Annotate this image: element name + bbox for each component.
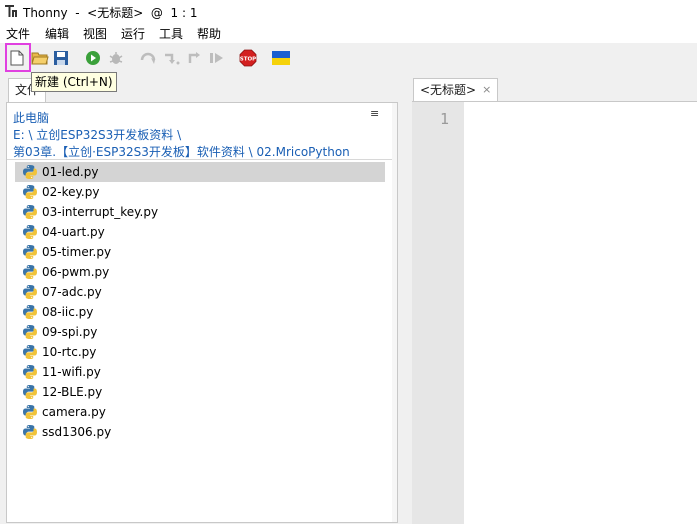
- resume-button[interactable]: [208, 49, 226, 67]
- file-name: ssd1306.py: [42, 425, 112, 439]
- pane-splitter[interactable]: [398, 75, 412, 523]
- file-name: 11-wifi.py: [42, 365, 101, 379]
- line-number: 1: [440, 110, 450, 128]
- file-list-item[interactable]: 03-interrupt_key.py: [7, 202, 397, 222]
- folder-open-icon: [31, 52, 49, 65]
- file-name: 07-adc.py: [42, 285, 102, 299]
- path-drive-folder[interactable]: E: \ 立创ESP32S3开发板资料 \: [13, 126, 181, 143]
- menu-bar: 文件 编辑 视图 运行 工具 帮助: [0, 23, 697, 43]
- file-name: 03-interrupt_key.py: [42, 205, 159, 219]
- step-into-icon: [165, 53, 180, 65]
- python-file-icon: [23, 165, 37, 179]
- files-scrollbar[interactable]: [392, 103, 397, 522]
- file-list-item[interactable]: 08-iic.py: [7, 302, 397, 322]
- path-divider: [7, 159, 397, 160]
- path-current-folder[interactable]: 第03章.【立创·ESP32S3开发板】软件资料 \ 02.MricoPytho…: [13, 143, 350, 160]
- menu-help[interactable]: 帮助: [197, 25, 221, 42]
- file-name: 04-uart.py: [42, 225, 105, 239]
- save-button[interactable]: [52, 49, 70, 67]
- file-name: 09-spi.py: [42, 325, 98, 339]
- code-editor[interactable]: 1: [412, 101, 697, 524]
- window-title: Thonny - <无标题> @ 1 : 1: [23, 6, 198, 20]
- file-name: 10-rtc.py: [42, 345, 97, 359]
- file-name: 05-timer.py: [42, 245, 112, 259]
- file-list-item[interactable]: 02-key.py: [7, 182, 397, 202]
- python-file-icon: [23, 285, 37, 299]
- debug-button[interactable]: [107, 49, 125, 67]
- new-file-tooltip: 新建 (Ctrl+N): [31, 72, 117, 92]
- new-button-highlight: [5, 43, 31, 72]
- menu-view[interactable]: 视图: [83, 25, 107, 42]
- stop-button[interactable]: STOP: [239, 49, 257, 67]
- file-list-item[interactable]: 11-wifi.py: [7, 362, 397, 382]
- menu-edit[interactable]: 编辑: [45, 25, 69, 42]
- step-over-button[interactable]: [140, 49, 158, 67]
- python-file-icon: [23, 385, 37, 399]
- file-name: 01-led.py: [42, 165, 99, 179]
- files-panel: 此电脑 E: \ 立创ESP32S3开发板资料 \ 第03章.【立创·ESP32…: [6, 102, 398, 523]
- toolbar: STOP: [0, 43, 697, 75]
- file-list-item[interactable]: 01-led.py: [15, 162, 385, 182]
- python-file-icon: [23, 225, 37, 239]
- file-name: 02-key.py: [42, 185, 100, 199]
- python-file-icon: [23, 345, 37, 359]
- file-name: 06-pwm.py: [42, 265, 110, 279]
- python-file-icon: [23, 205, 37, 219]
- step-out-button[interactable]: [186, 49, 204, 67]
- file-list-item[interactable]: 09-spi.py: [7, 322, 397, 342]
- resume-icon: [210, 53, 223, 63]
- menu-run[interactable]: 运行: [121, 25, 145, 42]
- close-tab-icon[interactable]: ×: [482, 79, 491, 101]
- python-file-icon: [23, 305, 37, 319]
- python-file-icon: [23, 185, 37, 199]
- python-file-icon: [23, 405, 37, 419]
- files-menu-icon[interactable]: ≡: [370, 107, 379, 120]
- menu-file[interactable]: 文件: [6, 25, 30, 42]
- step-out-icon: [188, 52, 200, 63]
- file-list-item[interactable]: 04-uart.py: [7, 222, 397, 242]
- step-into-button[interactable]: [163, 49, 181, 67]
- python-file-icon: [23, 245, 37, 259]
- file-name: 12-BLE.py: [42, 385, 103, 399]
- file-list-item[interactable]: 06-pwm.py: [7, 262, 397, 282]
- step-over-icon: [140, 52, 156, 64]
- menu-tools[interactable]: 工具: [159, 25, 183, 42]
- python-file-icon: [23, 425, 37, 439]
- path-this-pc[interactable]: 此电脑: [13, 109, 49, 126]
- save-icon: [54, 51, 68, 65]
- file-list-item[interactable]: 05-timer.py: [7, 242, 397, 262]
- stop-label: STOP: [240, 57, 256, 63]
- file-list-item[interactable]: 07-adc.py: [7, 282, 397, 302]
- open-file-button[interactable]: [31, 49, 49, 67]
- python-file-icon: [23, 265, 37, 279]
- stop-icon: STOP: [239, 49, 257, 67]
- file-name: camera.py: [42, 405, 106, 419]
- line-number-gutter: 1: [412, 102, 464, 524]
- file-list-item[interactable]: camera.py: [7, 402, 397, 422]
- run-icon: [86, 51, 100, 65]
- title-bar: Thonny - <无标题> @ 1 : 1: [0, 0, 697, 23]
- tab-untitled[interactable]: <无标题> ×: [413, 78, 499, 101]
- file-list-item[interactable]: 10-rtc.py: [7, 342, 397, 362]
- editor-tab-label: <无标题>: [420, 83, 477, 97]
- file-name: 08-iic.py: [42, 305, 94, 319]
- support-ukraine-button[interactable]: [272, 49, 290, 67]
- thonny-app-icon: [5, 5, 17, 17]
- file-list: 01-led.py 02-key.py 03-interrupt_key.py 04-…: [7, 162, 397, 442]
- ukraine-flag-icon: [272, 51, 290, 65]
- file-list-item[interactable]: ssd1306.py: [7, 422, 397, 442]
- file-list-item[interactable]: 12-BLE.py: [7, 382, 397, 402]
- python-file-icon: [23, 365, 37, 379]
- bug-icon: [109, 52, 123, 64]
- python-file-icon: [23, 325, 37, 339]
- run-button[interactable]: [84, 49, 102, 67]
